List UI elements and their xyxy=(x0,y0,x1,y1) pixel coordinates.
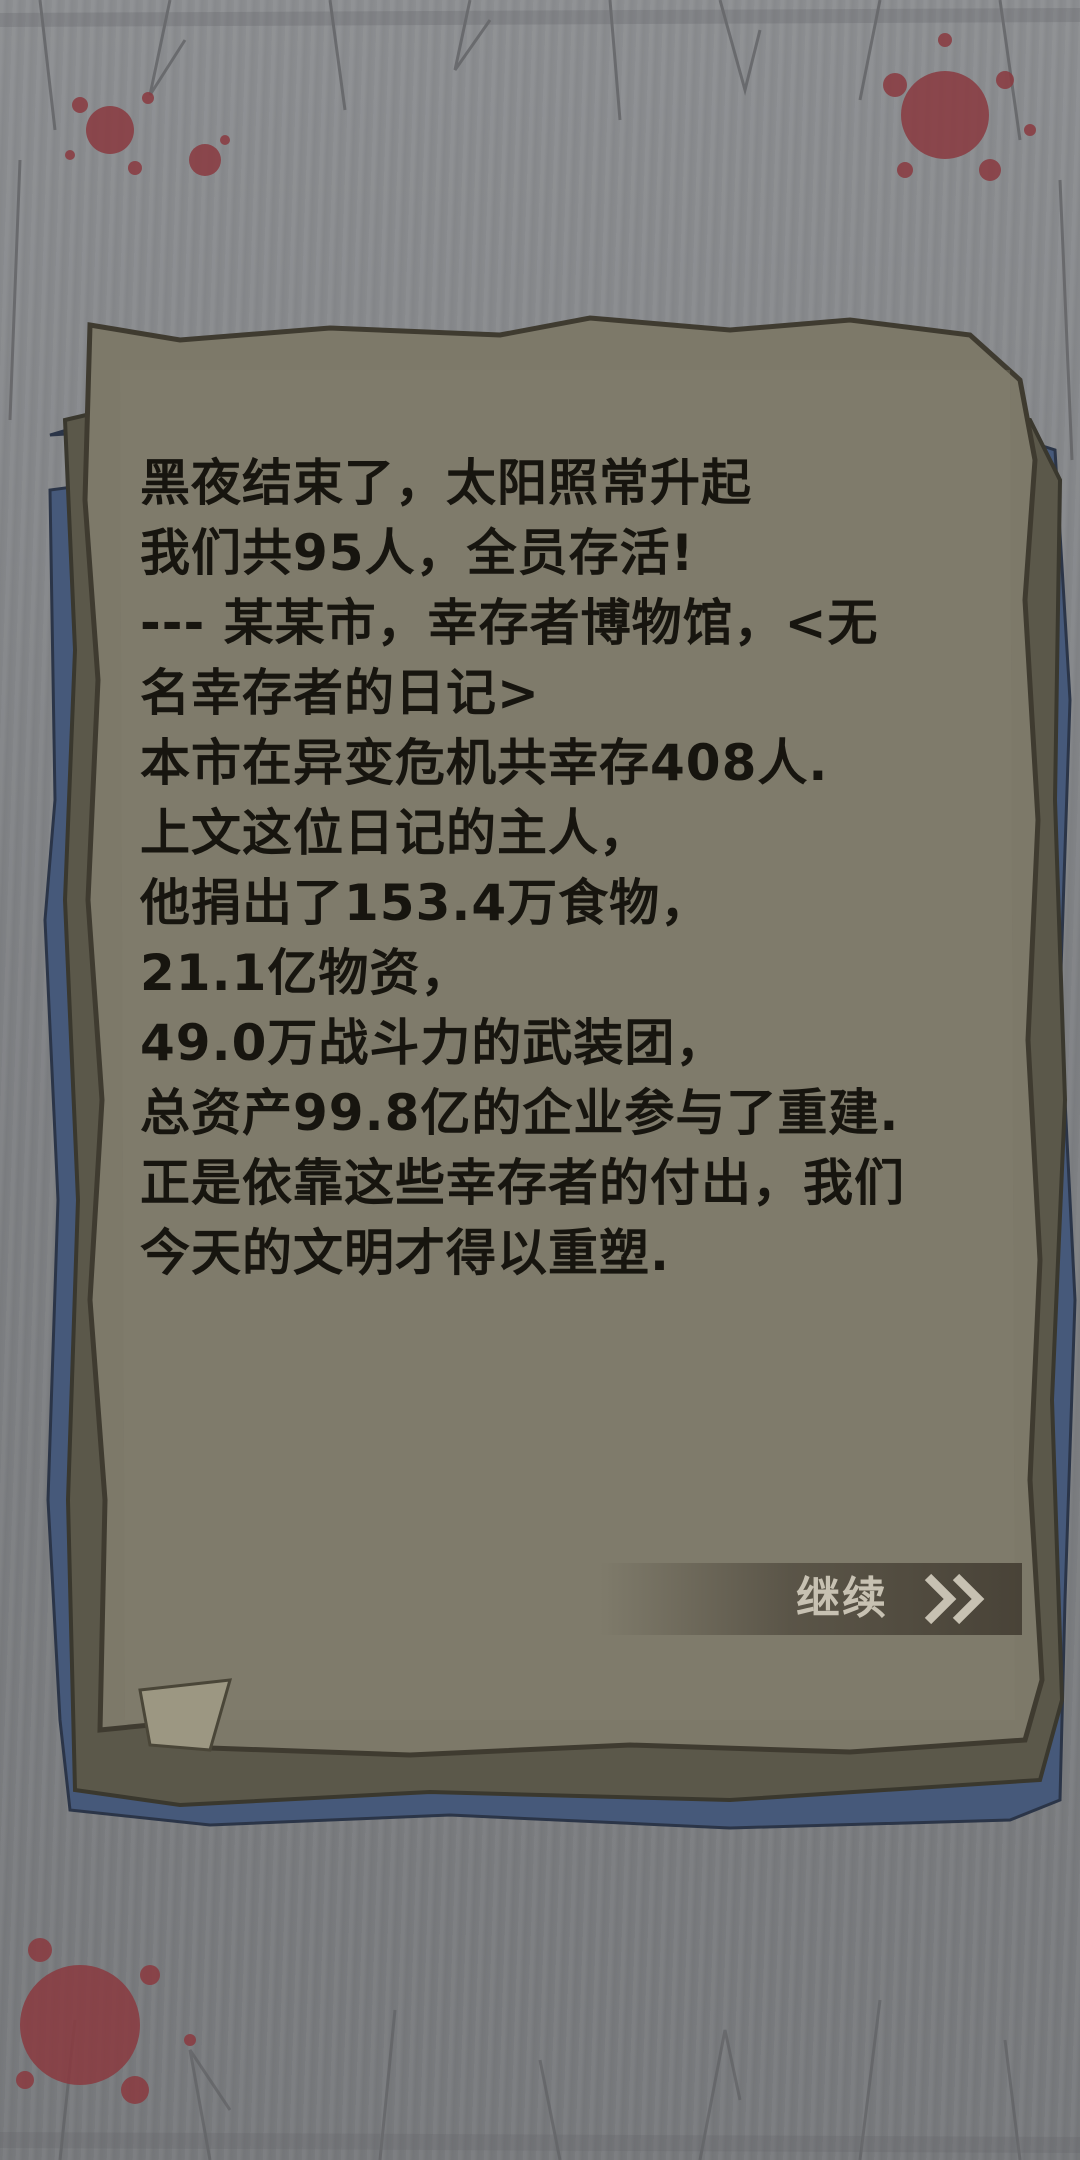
diary-text: 黑夜结束了，太阳照常升起 我们共95人，全员存活! --- 某某市，幸存者博物馆… xyxy=(140,448,980,1288)
diary-line: 21.1亿物资， xyxy=(140,944,472,1002)
diary-line: 总资产99.8亿的企业参与了重建. xyxy=(140,1084,900,1142)
diary-line: 今天的文明才得以重塑. xyxy=(140,1224,670,1282)
diary-line: 正是依靠这些幸存者的付出，我们 xyxy=(140,1154,905,1212)
diary-line: 我们共95人，全员存活! xyxy=(140,524,695,582)
diary-line: 名幸存者的日记> xyxy=(140,664,540,722)
diary-line: 本市在异变危机共幸存408人. xyxy=(140,734,829,792)
continue-button[interactable]: 继续 xyxy=(600,1563,1022,1635)
diary-line: 他捐出了153.4万食物， xyxy=(140,874,712,932)
diary-line: 上文这位日记的主人， xyxy=(140,804,650,862)
diary-line: 49.0万战斗力的武装团， xyxy=(140,1014,727,1072)
continue-label: 继续 xyxy=(796,1573,888,1624)
diary-line: 黑夜结束了，太阳照常升起 xyxy=(140,454,752,512)
diary-line: --- 某某市，幸存者博物馆，<无 xyxy=(140,594,879,652)
double-chevron-right-icon xyxy=(924,1573,985,1625)
